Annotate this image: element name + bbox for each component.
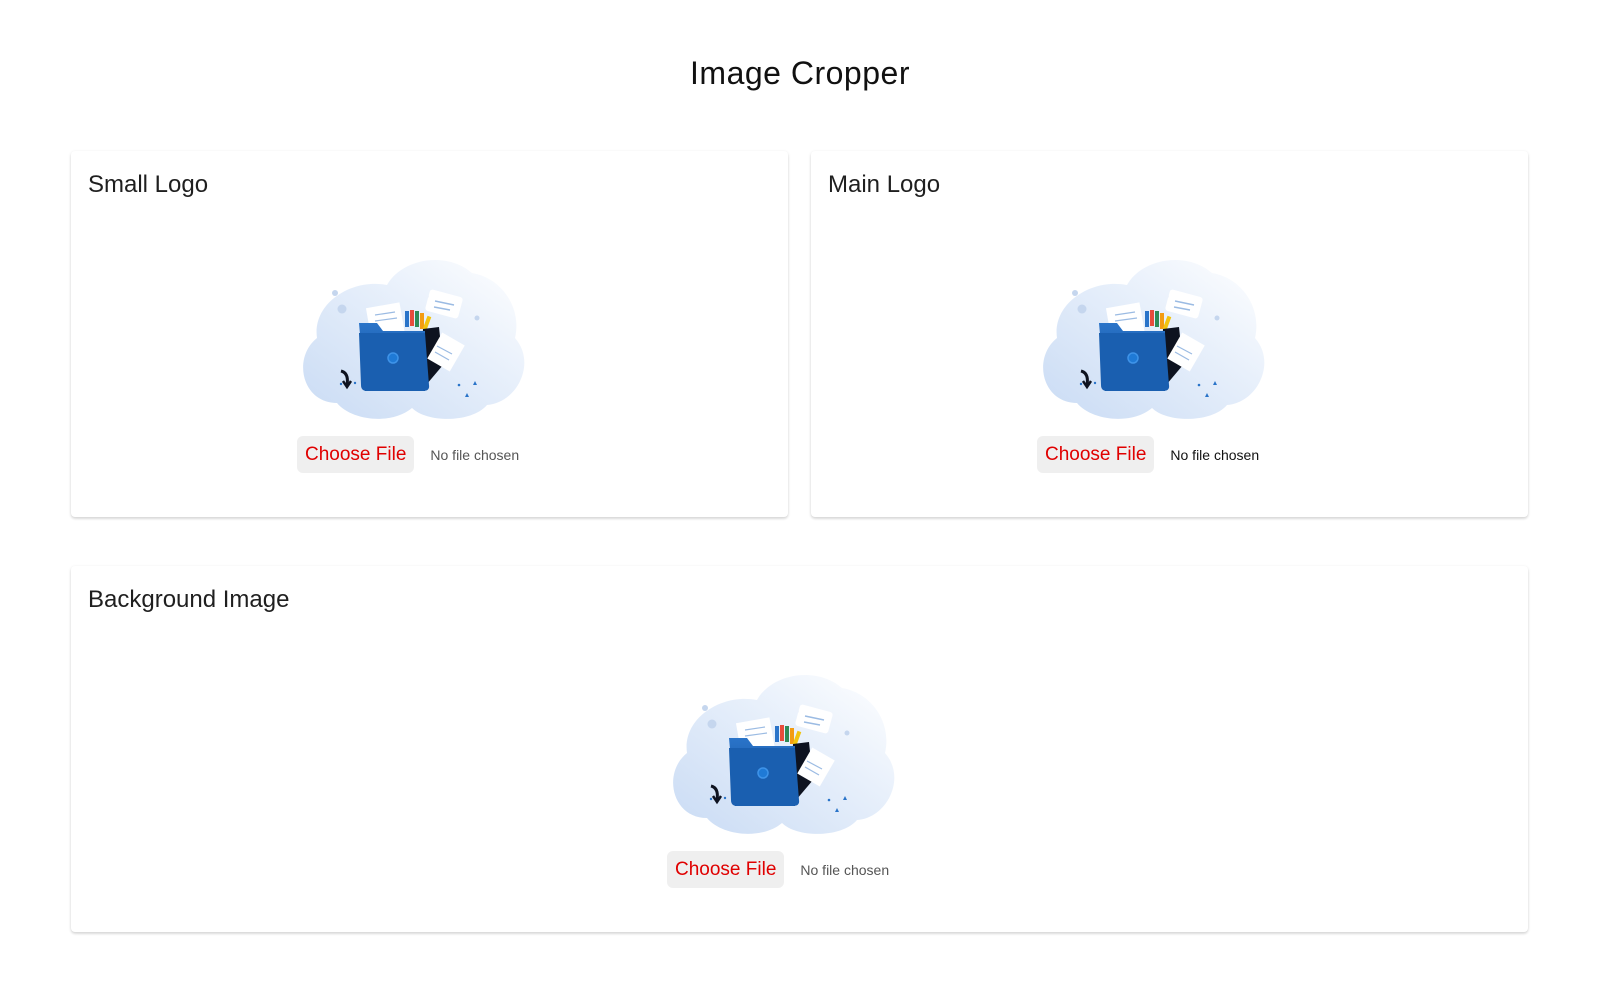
main-logo-card: Main Logo Choose File No file chosen xyxy=(811,151,1528,517)
small-logo-card: Small Logo Choose File No file chosen xyxy=(71,151,788,517)
page-title: Image Cropper xyxy=(690,55,910,91)
main-logo-upload-area[interactable]: Choose File No file chosen xyxy=(1037,253,1267,483)
main-logo-file-input[interactable]: Choose File No file chosen xyxy=(1037,436,1259,473)
main-logo-file-status: No file chosen xyxy=(1170,446,1260,463)
small-logo-file-status: No file chosen xyxy=(430,446,520,463)
background-image-upload-area[interactable]: Choose File No file chosen xyxy=(667,668,897,898)
background-image-card: Background Image Choose File No file cho… xyxy=(71,566,1528,932)
main-logo-choose-file-button[interactable]: Choose File xyxy=(1037,436,1155,473)
small-logo-upload-area[interactable]: Choose File No file chosen xyxy=(297,253,527,483)
background-image-title: Background Image xyxy=(88,586,290,613)
folder-upload-illustration-icon xyxy=(1041,258,1266,421)
small-logo-title: Small Logo xyxy=(88,171,209,198)
background-image-file-input[interactable]: Choose File No file chosen xyxy=(667,851,889,888)
small-logo-choose-file-button[interactable]: Choose File xyxy=(297,436,415,473)
background-image-file-status: No file chosen xyxy=(800,861,890,878)
background-image-choose-file-button[interactable]: Choose File xyxy=(667,851,785,888)
small-logo-file-input[interactable]: Choose File No file chosen xyxy=(297,436,519,473)
folder-upload-illustration-icon xyxy=(671,673,896,836)
main-logo-title: Main Logo xyxy=(828,171,941,198)
folder-upload-illustration-icon xyxy=(301,258,526,421)
